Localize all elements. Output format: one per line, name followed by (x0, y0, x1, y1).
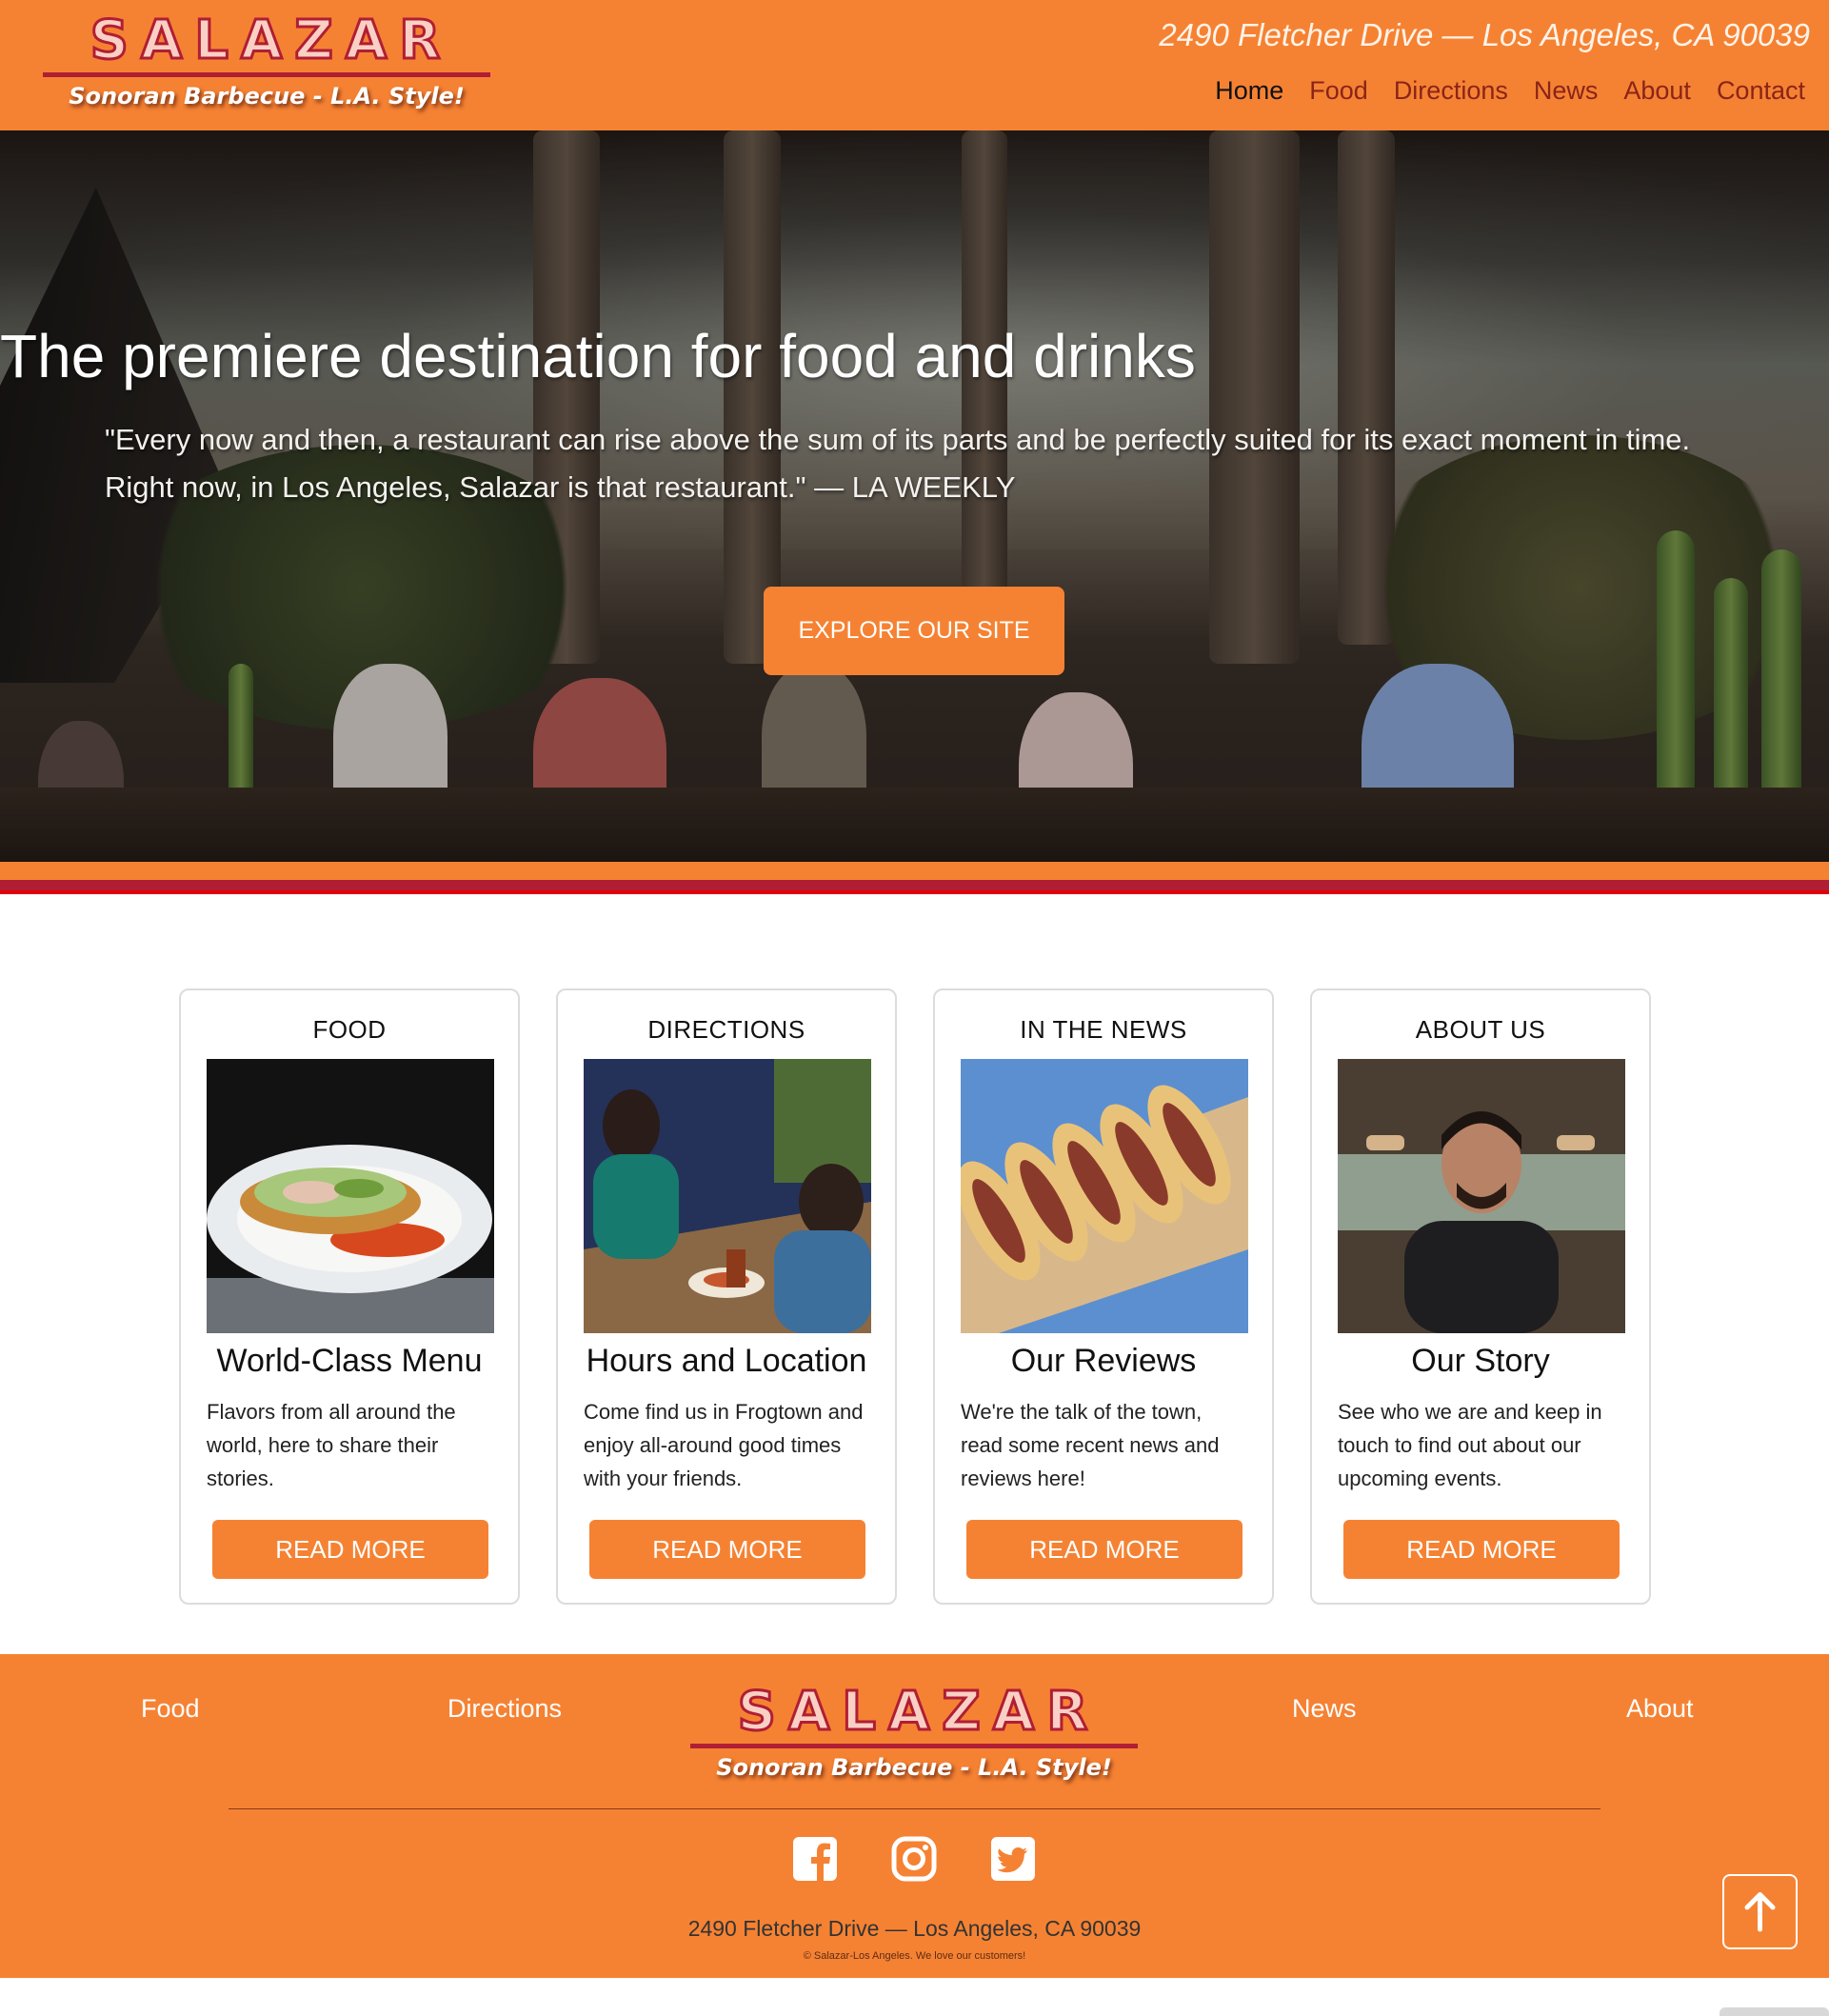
footer-divider (229, 1808, 1600, 1809)
site-footer: Food Directions News About SALAZAR Sonor… (0, 1654, 1829, 1978)
card-about: ABOUT US Our Story See who we are and ke… (1310, 988, 1651, 1605)
nav-about[interactable]: About (1623, 76, 1691, 106)
instagram-icon[interactable] (890, 1835, 938, 1883)
card-news: IN THE NEWS Our Reviews We're the talk o… (933, 988, 1274, 1605)
chef-portrait-image (1338, 1059, 1625, 1333)
hero-title: The premiere destination for food and dr… (0, 322, 1196, 390)
card-heading: DIRECTIONS (647, 1015, 805, 1044)
logo-wordmark: SALAZAR (736, 1681, 1101, 1743)
card-text: We're the talk of the town, read some re… (961, 1400, 1220, 1490)
tacos-image (961, 1059, 1248, 1333)
footer-address: 2490 Fletcher Drive — Los Angeles, CA 90… (687, 1916, 1142, 1941)
card-text: See who we are and keep in touch to find… (1338, 1400, 1602, 1490)
main-nav: Home Food Directions News About Contact (1215, 76, 1805, 106)
card-text: Flavors from all around the world, here … (207, 1400, 456, 1490)
nav-directions[interactable]: Directions (1394, 76, 1508, 106)
card-title: Our Story (1411, 1343, 1550, 1379)
nav-home[interactable]: Home (1215, 76, 1283, 106)
read-more-food-button[interactable]: READ MORE (212, 1520, 488, 1579)
divider-stripe-orange (0, 862, 1829, 880)
card-heading: ABOUT US (1415, 1015, 1546, 1044)
nav-contact[interactable]: Contact (1717, 76, 1805, 106)
nav-food[interactable]: Food (1309, 76, 1368, 106)
read-more-directions-button[interactable]: READ MORE (589, 1520, 865, 1579)
hero-quote: "Every now and then, a restaurant can ri… (105, 423, 1691, 504)
footer-link-about[interactable]: About (1626, 1694, 1694, 1724)
card-title: Hours and Location (586, 1343, 867, 1379)
footer-copyright: © Salazar-Los Angeles. We love our custo… (803, 1950, 1026, 1962)
explore-site-button[interactable]: EXPLORE OUR SITE (764, 587, 1064, 675)
read-more-about-button[interactable]: READ MORE (1343, 1520, 1620, 1579)
logo-underline (690, 1744, 1138, 1748)
food-plate-image (207, 1059, 494, 1333)
logo-tagline: Sonoran Barbecue - L.A. Style! (69, 83, 465, 110)
logo-tagline: Sonoran Barbecue - L.A. Style! (716, 1754, 1112, 1781)
nav-news[interactable]: News (1534, 76, 1599, 106)
card-title: World-Class Menu (216, 1343, 483, 1379)
divider-stripe-red (0, 880, 1829, 894)
header-address: 2490 Fletcher Drive — Los Angeles, CA 90… (1159, 17, 1810, 52)
facebook-icon[interactable] (791, 1835, 839, 1883)
card-directions: DIRECTIONS Hours and Location Come find … (556, 988, 897, 1605)
back-to-top-button[interactable] (1722, 1874, 1798, 1949)
read-more-news-button[interactable]: READ MORE (966, 1520, 1243, 1579)
card-heading: FOOD (312, 1015, 387, 1044)
card-text: Come find us in Frogtown and enjoy all-a… (584, 1400, 864, 1490)
footer-logo[interactable]: SALAZAR Sonoran Barbecue - L.A. Style! (690, 1681, 1138, 1781)
logo-wordmark: SALAZAR (89, 10, 453, 71)
footer-link-food[interactable]: Food (141, 1694, 200, 1724)
card-title: Our Reviews (1010, 1343, 1197, 1379)
diners-at-table-image (584, 1059, 871, 1333)
logo[interactable]: SALAZAR Sonoran Barbecue - L.A. Style! (43, 10, 490, 110)
site-header: SALAZAR Sonoran Barbecue - L.A. Style! 2… (0, 0, 1829, 130)
footer-link-directions[interactable]: Directions (447, 1694, 562, 1724)
arrow-up-icon (1744, 1892, 1776, 1932)
hero-section: The premiere destination for food and dr… (0, 130, 1829, 862)
card-food: FOOD World-Class Menu Flavors from all a… (179, 988, 520, 1605)
twitter-icon[interactable] (989, 1835, 1037, 1883)
scroll-edge (1720, 2007, 1829, 2016)
footer-link-news[interactable]: News (1292, 1694, 1357, 1724)
card-heading: IN THE NEWS (1020, 1015, 1187, 1044)
logo-underline (43, 72, 490, 77)
